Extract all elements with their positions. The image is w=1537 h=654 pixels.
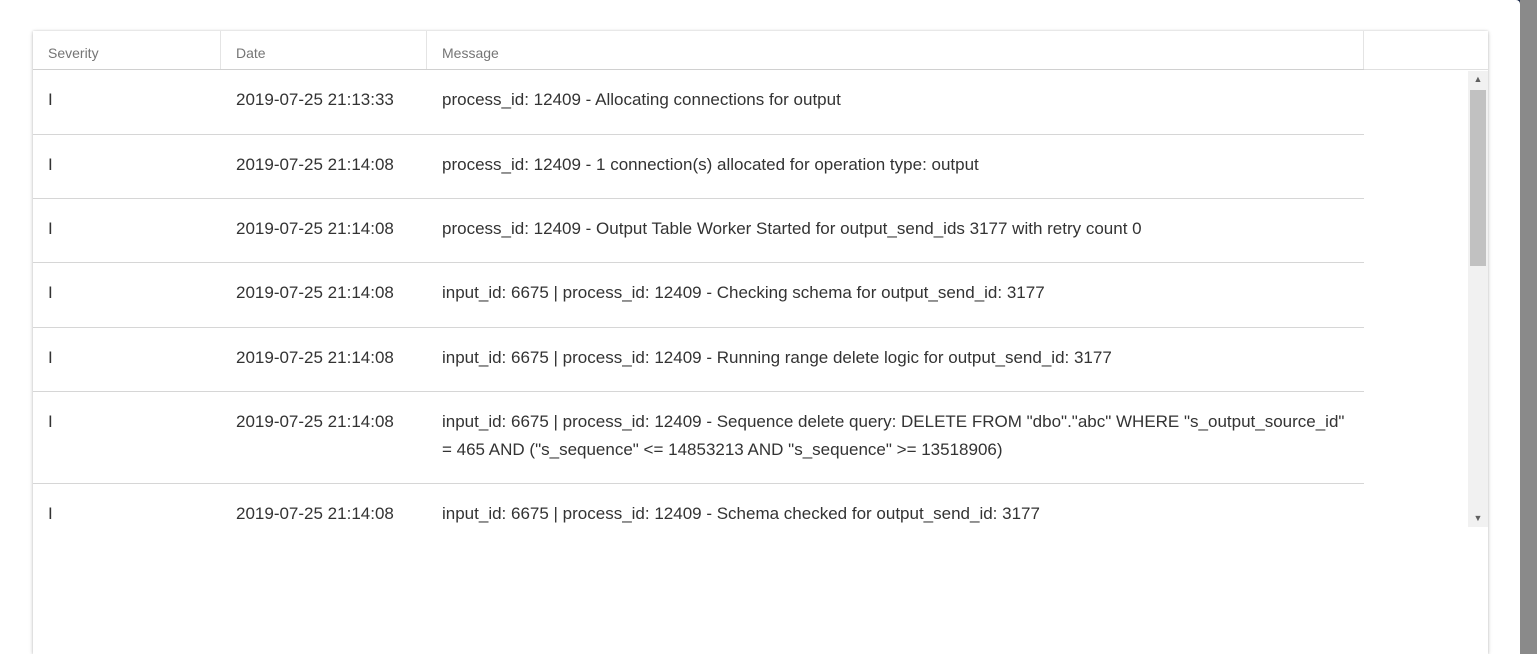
table-row[interactable]: I 2019-07-25 21:13:33 process_id: 12409 … (33, 70, 1364, 135)
cell-severity: I (48, 412, 53, 431)
cell-message: input_id: 6675 | process_id: 12409 - Run… (442, 348, 1112, 367)
cell-date: 2019-07-25 21:14:08 (236, 283, 394, 302)
cell-message: process_id: 12409 - Output Table Worker … (442, 219, 1142, 238)
table-header-row: Severity Date Message (33, 31, 1364, 70)
cell-severity: I (48, 348, 53, 367)
cell-message: process_id: 12409 - Allocating connectio… (442, 90, 841, 109)
cell-message: input_id: 6675 | process_id: 12409 - Che… (442, 283, 1045, 302)
overlay-edge (1520, 0, 1537, 654)
table-row[interactable]: I 2019-07-25 21:14:08 process_id: 12409 … (33, 135, 1364, 199)
cell-severity: I (48, 155, 53, 174)
cell-date: 2019-07-25 21:14:08 (236, 219, 394, 238)
cell-date: 2019-07-25 21:14:08 (236, 504, 394, 523)
vertical-scrollbar[interactable]: ▲ ▼ (1468, 71, 1488, 527)
cell-severity: I (48, 504, 53, 523)
column-header-message[interactable]: Message (427, 31, 1364, 69)
cell-date: 2019-07-25 21:13:33 (236, 90, 394, 109)
table-body: I 2019-07-25 21:13:33 process_id: 12409 … (33, 70, 1364, 548)
table-row[interactable]: I 2019-07-25 21:14:08 input_id: 6675 | p… (33, 484, 1364, 548)
cell-message: process_id: 12409 - 1 connection(s) allo… (442, 155, 979, 174)
cell-date: 2019-07-25 21:14:08 (236, 348, 394, 367)
cell-severity: I (48, 283, 53, 302)
log-dialog: Severity Date Message I 2019-07-25 21:13… (0, 0, 1520, 654)
triangle-up-icon[interactable]: ▲ (1468, 71, 1488, 88)
column-header-date[interactable]: Date (221, 31, 427, 69)
table-row[interactable]: I 2019-07-25 21:14:08 input_id: 6675 | p… (33, 328, 1364, 392)
table-header: Severity Date Message (33, 31, 1488, 70)
cell-date: 2019-07-25 21:14:08 (236, 155, 394, 174)
cell-severity: I (48, 90, 53, 109)
cell-date: 2019-07-25 21:14:08 (236, 412, 394, 431)
cell-message: input_id: 6675 | process_id: 12409 - Sch… (442, 504, 1040, 523)
cell-message: input_id: 6675 | process_id: 12409 - Seq… (442, 412, 1345, 459)
table-row[interactable]: I 2019-07-25 21:14:08 process_id: 12409 … (33, 199, 1364, 263)
scrollbar-thumb[interactable] (1470, 90, 1486, 266)
cell-severity: I (48, 219, 53, 238)
table-row[interactable]: I 2019-07-25 21:14:08 input_id: 6675 | p… (33, 263, 1364, 328)
table-row[interactable]: I 2019-07-25 21:14:08 input_id: 6675 | p… (33, 392, 1364, 484)
column-header-severity[interactable]: Severity (33, 31, 221, 69)
log-table-card: Severity Date Message I 2019-07-25 21:13… (33, 31, 1488, 654)
triangle-down-icon[interactable]: ▼ (1468, 510, 1488, 527)
